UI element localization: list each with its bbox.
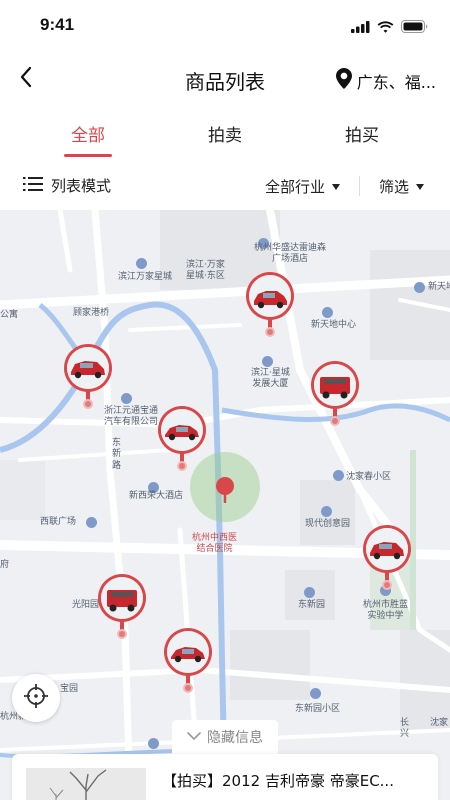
map-label: 滨江万家星城	[118, 272, 173, 282]
caret-down-icon	[332, 183, 341, 190]
map-label: 杭州市胜蓝 实验中学	[363, 600, 409, 622]
red-suv-thumbnail	[101, 577, 143, 619]
listing-title: 【拍买】2012 吉利帝豪 帝豪EC...	[162, 772, 394, 790]
map-label: 杭州华盛达雷迪森 广场酒店	[254, 243, 327, 265]
tab-auction[interactable]: 拍卖	[180, 121, 270, 146]
map-label: 沈家春小区	[346, 472, 392, 482]
current-location-pin-icon	[215, 476, 235, 508]
map-poi-icon	[310, 688, 321, 699]
active-tab-indicator	[64, 154, 112, 157]
map-view[interactable]: 滨江万家星城 滨江·万家 星城·东区 杭州华盛达雷迪森 广场酒店 新天地 新天地…	[0, 210, 450, 800]
map-label: 西联广场	[40, 517, 77, 527]
chevron-down-icon	[187, 729, 201, 745]
listing-pin[interactable]	[64, 344, 112, 410]
map-label: 东新路	[112, 438, 122, 471]
hide-info-label: 隐藏信息	[207, 730, 263, 746]
map-poi-icon	[148, 738, 159, 749]
map-poi-icon	[304, 587, 315, 598]
red-car-thumbnail	[161, 409, 203, 451]
hide-info-toggle[interactable]: 隐藏信息	[172, 720, 278, 754]
map-label: 新天地中心	[311, 320, 357, 330]
listing-pin[interactable]	[164, 628, 212, 694]
location-selector[interactable]: 广东、福...	[335, 68, 436, 93]
map-label: 长 兴	[400, 718, 410, 740]
tab-buy[interactable]: 拍买	[317, 121, 407, 146]
wifi-icon	[377, 18, 394, 37]
red-car-thumbnail	[167, 631, 209, 673]
caret-down-icon	[416, 183, 425, 190]
tab-all[interactable]: 全部	[43, 121, 133, 146]
map-poi-icon	[414, 282, 425, 293]
map-label: 滨江·万家 星城·东区	[186, 260, 225, 282]
red-car-thumbnail	[249, 275, 291, 317]
map-label: 东新园	[298, 600, 326, 610]
listing-pin[interactable]	[311, 361, 359, 427]
red-car-thumbnail	[366, 528, 408, 570]
map-label: 光阳园	[72, 600, 100, 610]
listing-pin[interactable]	[158, 406, 206, 472]
listing-pin[interactable]	[363, 525, 411, 591]
filter-dropdown[interactable]: 筛选	[379, 176, 425, 197]
map-poi-icon	[321, 506, 332, 517]
location-pin-icon	[335, 68, 352, 93]
map-label: 顾家港桥	[73, 308, 110, 318]
map-label: 府	[0, 560, 10, 570]
map-label: 宝园	[60, 684, 79, 694]
map-poi-icon	[262, 356, 273, 367]
crosshair-icon	[23, 683, 49, 713]
map-label: 新天地	[428, 282, 450, 292]
map-label: 沈家	[430, 718, 449, 728]
status-bar: 9:41	[0, 0, 450, 52]
filter-label: 筛选	[379, 178, 410, 196]
industry-label: 全部行业	[265, 178, 326, 196]
map-poi-icon	[322, 307, 333, 318]
map-label: 浙江元通宝通 汽车有限公司	[104, 406, 159, 428]
map-label: 新西荣大酒店	[129, 491, 184, 501]
map-label: 滨江·星城 发展大厦	[251, 368, 290, 390]
cellular-signal-icon	[351, 18, 370, 37]
nav-bar: 商品列表 广东、福...	[0, 52, 450, 106]
filter-toolbar: 列表模式 全部行业 筛选	[0, 162, 450, 210]
map-poi-icon	[333, 470, 344, 481]
list-mode-button[interactable]: 列表模式	[23, 175, 111, 196]
status-icons	[351, 18, 428, 37]
red-car-thumbnail	[67, 347, 109, 389]
status-time: 9:41	[40, 15, 75, 34]
battery-icon	[401, 18, 428, 37]
industry-dropdown[interactable]: 全部行业	[265, 176, 341, 197]
map-label: 公寓	[0, 310, 19, 320]
back-button[interactable]	[12, 65, 40, 93]
tab-bar: 全部 拍卖 拍买	[0, 110, 450, 160]
map-label: 东新园小区	[295, 704, 341, 714]
listing-pin[interactable]	[98, 574, 146, 640]
listing-card[interactable]: 【拍买】2012 吉利帝豪 帝豪EC...	[12, 754, 438, 800]
locate-me-button[interactable]	[12, 674, 60, 722]
red-suv-thumbnail	[314, 364, 356, 406]
location-label: 广东、福...	[356, 72, 436, 92]
map-poi-icon	[121, 393, 132, 404]
list-mode-label: 列表模式	[51, 177, 112, 195]
toolbar-divider	[359, 176, 360, 196]
map-poi-icon	[136, 258, 147, 269]
map-label: 杭州中西医 结合医院	[192, 533, 238, 555]
chevron-left-icon	[19, 66, 33, 92]
listing-pin[interactable]	[246, 272, 294, 338]
map-label: 现代创意园	[305, 519, 351, 529]
listing-thumbnail	[26, 768, 146, 800]
map-poi-icon	[86, 517, 97, 528]
list-icon	[23, 176, 43, 196]
